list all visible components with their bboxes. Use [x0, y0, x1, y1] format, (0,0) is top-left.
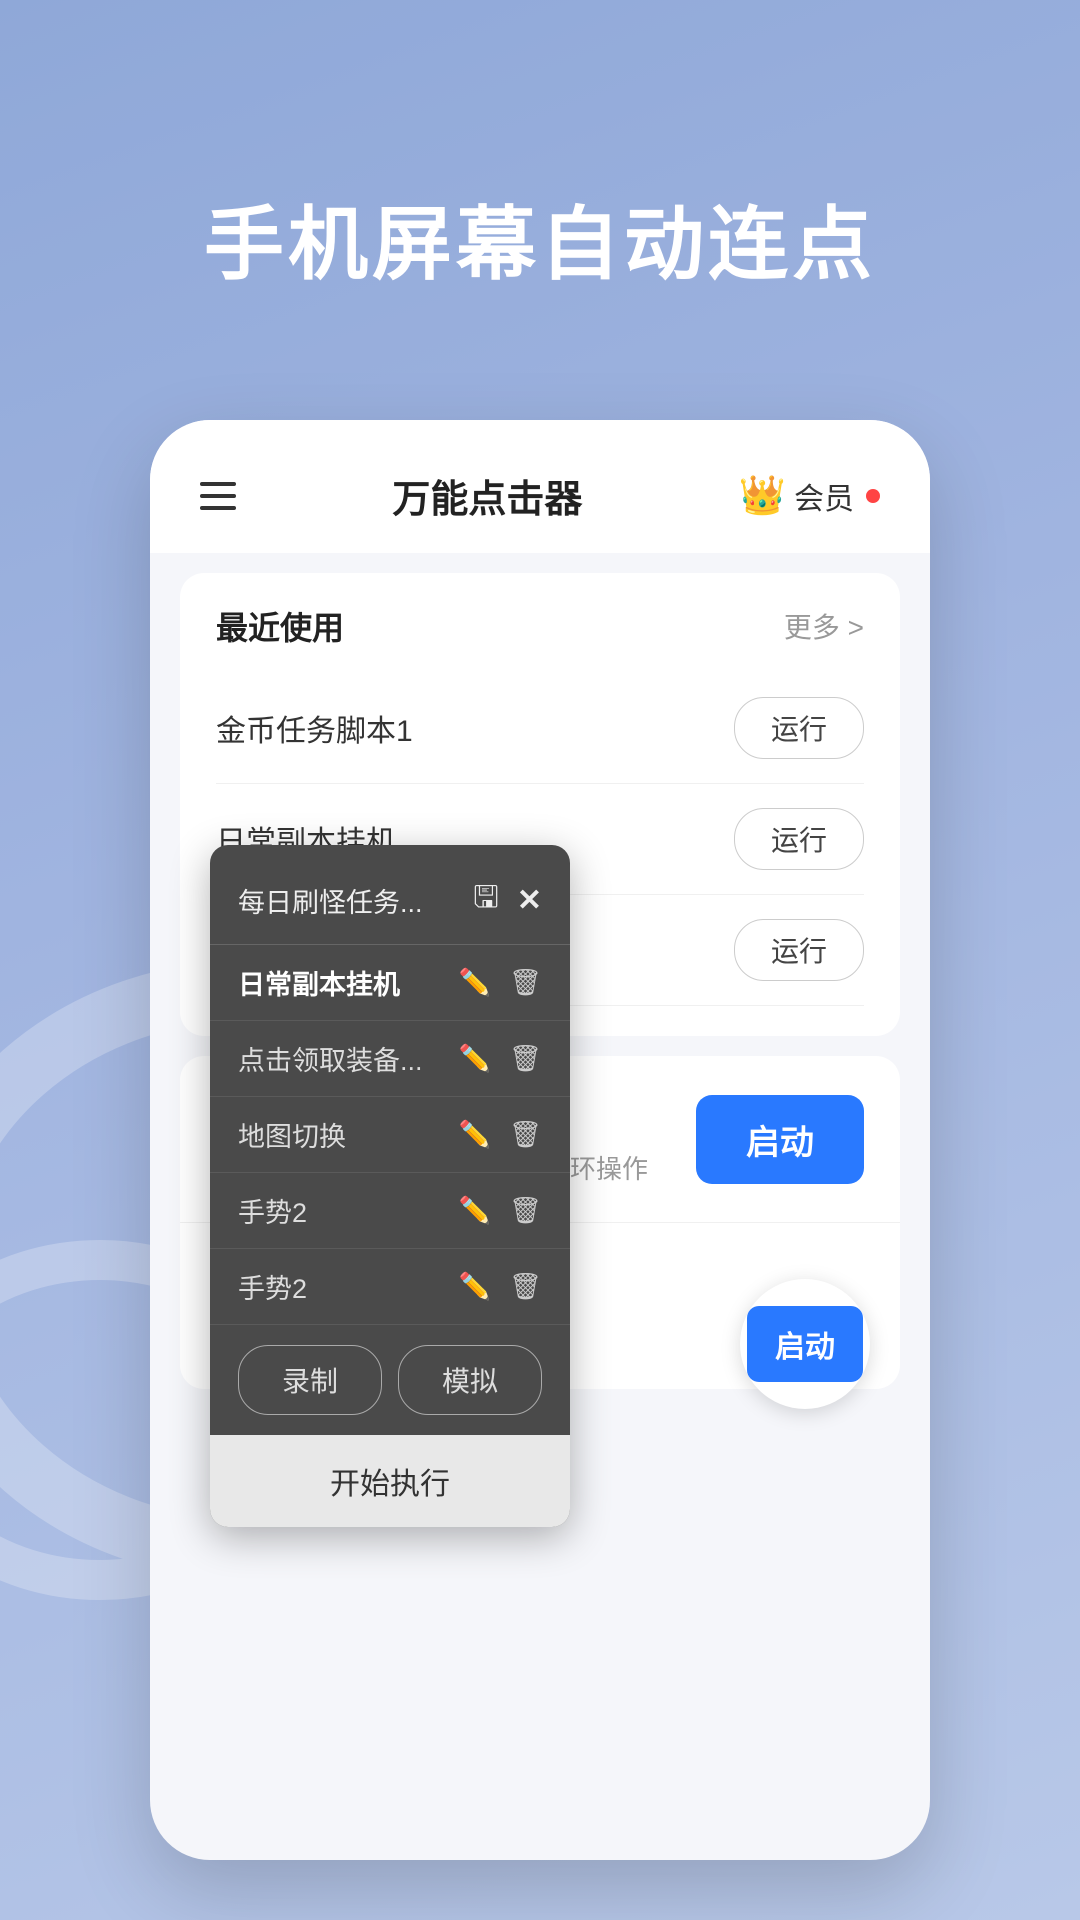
- float-circle: 启动: [740, 1279, 870, 1409]
- delete-icon-1[interactable]: 🗑: [509, 967, 542, 998]
- dropdown-item-2[interactable]: 点击领取装备... ✏️ 🗑: [210, 1021, 570, 1097]
- delete-icon-2[interactable]: 🗑: [509, 1043, 542, 1074]
- dropdown-action-row: 录制 模拟: [210, 1325, 570, 1435]
- item-actions-1: ✏️ 🗑: [459, 967, 542, 998]
- dropdown-item-4[interactable]: 手势2 ✏️ 🗑: [210, 1173, 570, 1249]
- recent-header: 最近使用 更多 >: [216, 603, 864, 649]
- save-icon[interactable]: 🖫: [473, 875, 499, 926]
- member-label: 会员: [794, 474, 854, 518]
- delete-icon-5[interactable]: 🗑: [509, 1271, 542, 1302]
- edit-icon-2[interactable]: ✏️: [459, 1043, 491, 1074]
- edit-icon-1[interactable]: ✏️: [459, 967, 491, 998]
- dropdown-item-text-1: 日常副本挂机: [238, 963, 459, 1002]
- edit-icon-4[interactable]: ✏️: [459, 1195, 491, 1226]
- close-icon[interactable]: ✕: [517, 883, 542, 918]
- member-badge[interactable]: 👑 会员: [739, 474, 880, 518]
- record-button[interactable]: 录制: [238, 1345, 382, 1415]
- dropdown-item-5[interactable]: 手势2 ✏️ 🗑: [210, 1249, 570, 1325]
- item-actions-3: ✏️ 🗑: [459, 1119, 542, 1150]
- dropdown-item-3[interactable]: 地图切换 ✏️ 🗑: [210, 1097, 570, 1173]
- edit-icon-5[interactable]: ✏️: [459, 1271, 491, 1302]
- delete-icon-3[interactable]: 🗑: [509, 1119, 542, 1150]
- recent-section: 最近使用 更多 > 金币任务脚本1 运行 日常副本挂机 运行 自动循环操作2 运…: [180, 573, 900, 1036]
- item-actions-4: ✏️ 🗑: [459, 1195, 542, 1226]
- dropdown-item-1[interactable]: 日常副本挂机 ✏️ 🗑: [210, 945, 570, 1021]
- execute-button[interactable]: 开始执行: [210, 1435, 570, 1527]
- dropdown-item-text-5: 手势2: [238, 1267, 459, 1306]
- hero-section: 手机屏幕自动连点: [0, 0, 1080, 376]
- notification-dot: [866, 489, 880, 503]
- run-button-1[interactable]: 运行: [734, 697, 864, 759]
- dropdown-top: 每日刷怪任务... 🖫 ✕: [210, 865, 570, 945]
- run-button-3[interactable]: 运行: [734, 919, 864, 981]
- hero-title: 手机屏幕自动连点: [0, 180, 1080, 296]
- run-button-2[interactable]: 运行: [734, 808, 864, 870]
- crown-icon: 👑: [739, 474, 786, 518]
- app-title: 万能点击器: [392, 468, 582, 523]
- simulate-button[interactable]: 模拟: [398, 1345, 542, 1415]
- item-actions-5: ✏️ 🗑: [459, 1271, 542, 1302]
- app-header: 万能点击器 👑 会员: [150, 420, 930, 553]
- dropdown-top-text: 每日刷怪任务...: [238, 881, 473, 920]
- context-menu: 每日刷怪任务... 🖫 ✕ 日常副本挂机 ✏️ 🗑 点击领取装备... ✏️ 🗑: [210, 845, 570, 1527]
- delete-icon-4[interactable]: 🗑: [509, 1195, 542, 1226]
- phone-mockup: 万能点击器 👑 会员 最近使用 更多 > 金币任务脚本1 运行 日常副本挂机 运…: [150, 420, 930, 1860]
- recent-title: 最近使用: [216, 603, 344, 649]
- menu-button[interactable]: [200, 482, 236, 510]
- more-link[interactable]: 更多 >: [784, 606, 864, 646]
- dropdown-item-text-2: 点击领取装备...: [238, 1039, 459, 1078]
- script-name-1: 金币任务脚本1: [216, 706, 413, 750]
- clicker-start-button[interactable]: 启动: [696, 1095, 864, 1184]
- dropdown-item-text-4: 手势2: [238, 1191, 459, 1230]
- dropdown-item-text-3: 地图切换: [238, 1115, 459, 1154]
- item-actions-2: ✏️ 🗑: [459, 1043, 542, 1074]
- script-item-1: 金币任务脚本1 运行: [216, 673, 864, 784]
- recorder-start-button[interactable]: 启动: [747, 1306, 863, 1382]
- edit-icon-3[interactable]: ✏️: [459, 1119, 491, 1150]
